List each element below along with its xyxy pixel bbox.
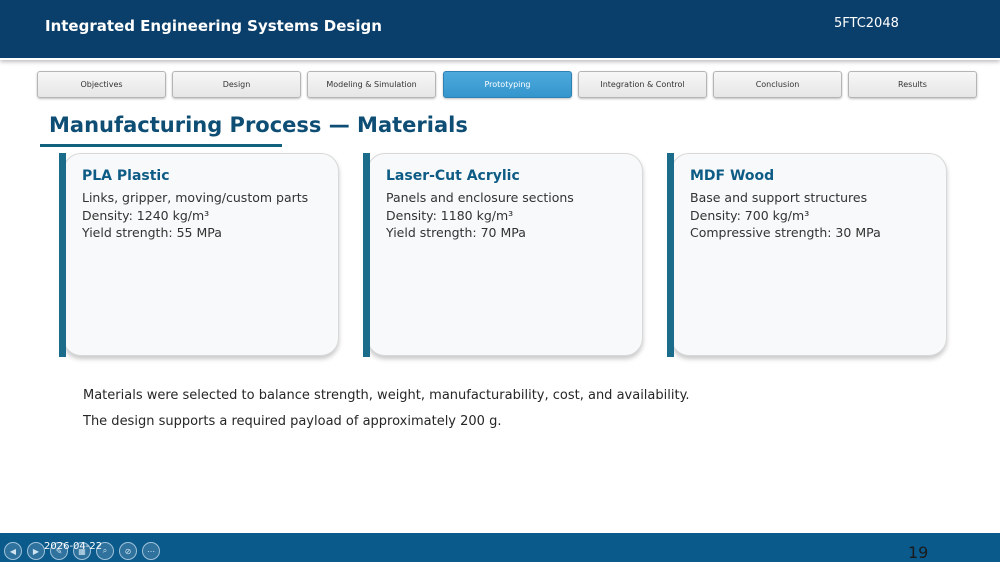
card-usage: Links, gripper, moving/custom parts — [82, 190, 309, 205]
card-usage: Panels and enclosure sections — [386, 190, 574, 205]
subtitles-off-icon[interactable]: ⊘ — [119, 542, 137, 560]
tab-objectives[interactable]: Objectives — [37, 71, 166, 98]
previous-slide-icon[interactable]: ◀ — [4, 542, 22, 560]
slide-footer: ◀ ▶ ✎ ▦ ⌕ ⊘ ⋯ 2026-04-22 19 — [0, 533, 1000, 562]
card-density: Density: 700 kg/m³ — [690, 207, 810, 223]
page-number: 19 — [908, 543, 929, 562]
card-strength: Yield strength: 55 MPa — [82, 225, 222, 240]
more-options-icon[interactable]: ⋯ — [142, 542, 160, 560]
card-strength: Compressive strength: 30 MPa — [690, 225, 881, 240]
presentation-title: Integrated Engineering Systems Design — [45, 17, 382, 35]
next-slide-icon[interactable]: ▶ — [27, 542, 45, 560]
note-selection: Materials were selected to balance stren… — [83, 388, 690, 403]
material-card-pla: PLA Plastic Links, gripper, moving/custo… — [63, 153, 339, 356]
tab-integration-control[interactable]: Integration & Control — [578, 71, 707, 98]
tab-prototyping[interactable]: Prototyping — [443, 71, 572, 98]
note-payload: The design supports a required payload o… — [83, 414, 502, 429]
card-accent-bar — [59, 153, 66, 357]
card-density: Density: 1240 kg/m³ — [82, 207, 210, 223]
tab-conclusion[interactable]: Conclusion — [713, 71, 842, 98]
section-tabs: Objectives Design Modeling & Simulation … — [37, 71, 977, 99]
tab-design[interactable]: Design — [172, 71, 301, 98]
card-accent-bar — [363, 153, 370, 357]
notes: Materials were selected to balance stren… — [83, 388, 690, 440]
card-density: Density: 1180 kg/m³ — [386, 207, 514, 223]
card-title: PLA Plastic — [82, 168, 170, 184]
page-title: Manufacturing Process — Materials — [49, 113, 468, 137]
material-card-mdf: MDF Wood Base and support structures Den… — [671, 153, 947, 356]
card-usage: Base and support structures — [690, 190, 868, 205]
tab-results[interactable]: Results — [848, 71, 977, 98]
material-card-acrylic: Laser-Cut Acrylic Panels and enclosure s… — [367, 153, 643, 356]
course-code: 5FTC2048 — [834, 16, 899, 31]
card-strength: Yield strength: 70 MPa — [386, 225, 526, 240]
slide-date: 2026-04-22 — [44, 541, 103, 552]
tab-modeling-simulation[interactable]: Modeling & Simulation — [307, 71, 436, 98]
card-title: Laser-Cut Acrylic — [386, 168, 520, 184]
slide-header: Integrated Engineering Systems Design 5F… — [0, 0, 1000, 60]
card-accent-bar — [667, 153, 674, 357]
title-underline — [40, 144, 282, 147]
card-title: MDF Wood — [690, 168, 775, 184]
